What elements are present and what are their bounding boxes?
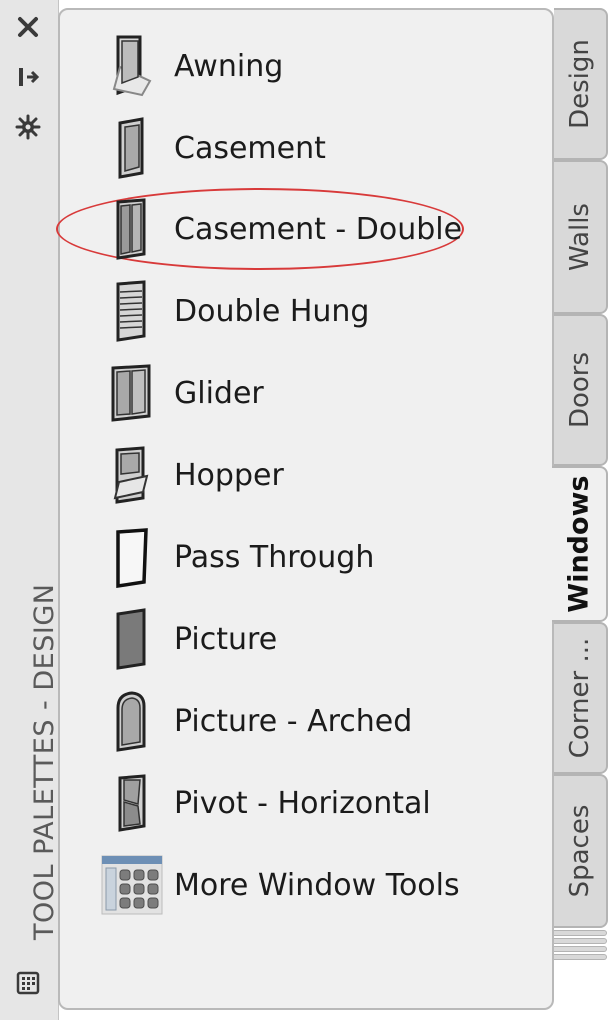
tab-label: Windows (563, 475, 595, 613)
glider-window-icon (100, 355, 164, 431)
pivot-horizontal-window-icon (100, 765, 164, 841)
tab-label: Corner ... (565, 637, 595, 759)
tool-item-picture[interactable]: Picture (100, 601, 540, 677)
tool-item-label: Picture (174, 621, 278, 657)
tool-item-label: Picture - Arched (174, 703, 413, 739)
more-window-tools-icon (100, 847, 164, 923)
awning-window-icon (100, 28, 164, 104)
tool-item-label: Casement - Double (174, 211, 463, 247)
picture-window-icon (100, 601, 164, 677)
tool-item-label: Pivot - Horizontal (174, 785, 431, 821)
tab-label: Design (565, 39, 595, 129)
tab-doors[interactable]: Doors (554, 314, 608, 466)
tab-label: Walls (565, 203, 595, 271)
tool-item-label: Awning (174, 48, 284, 84)
tool-item-label: Glider (174, 375, 264, 411)
pass-through-window-icon (100, 519, 164, 595)
tool-item-pivot-horizontal[interactable]: Pivot - Horizontal (100, 765, 540, 841)
tool-item-pass-through[interactable]: Pass Through (100, 519, 540, 595)
double-hung-window-icon (100, 273, 164, 349)
gear-icon[interactable] (8, 110, 48, 144)
tool-item-double-hung[interactable]: Double Hung (100, 273, 540, 349)
tool-item-casement[interactable]: Casement (100, 110, 540, 186)
autohide-icon[interactable] (8, 60, 48, 94)
palette-title: TOOL PALETTES - DESIGN (29, 583, 60, 940)
tab-label: Spaces (565, 804, 595, 898)
picture-arched-window-icon (100, 683, 164, 759)
tool-item-label: Pass Through (174, 539, 375, 575)
casement-double-window-icon (100, 191, 164, 267)
tool-item-hopper[interactable]: Hopper (100, 437, 540, 513)
casement-window-icon (100, 110, 164, 186)
palette-grid-icon[interactable] (8, 966, 48, 1000)
tab-design[interactable]: Design (554, 8, 608, 160)
tool-palette-panel: Awning Casement Casement - Double Double… (56, 8, 554, 1010)
tool-item-awning[interactable]: Awning (100, 28, 540, 104)
palette-tabs: Design Walls Doors Windows Corner ... Sp… (552, 0, 612, 1020)
tab-walls[interactable]: Walls (554, 160, 608, 314)
tool-item-casement-double[interactable]: Casement - Double (100, 191, 540, 267)
hopper-window-icon (100, 437, 164, 513)
tab-corner[interactable]: Corner ... (554, 622, 608, 774)
tool-item-label: Double Hung (174, 293, 370, 329)
tab-spaces[interactable]: Spaces (554, 774, 608, 928)
close-icon[interactable] (8, 10, 48, 44)
tool-item-glider[interactable]: Glider (100, 355, 540, 431)
tool-item-label: More Window Tools (174, 867, 460, 903)
tool-item-label: Casement (174, 130, 326, 166)
tool-item-picture-arched[interactable]: Picture - Arched (100, 683, 540, 759)
tab-label: Doors (565, 351, 595, 429)
palette-titlebar: TOOL PALETTES - DESIGN (0, 0, 60, 1020)
tab-windows[interactable]: Windows (552, 466, 608, 622)
tool-item-more-window-tools[interactable]: More Window Tools (100, 847, 540, 923)
tool-item-label: Hopper (174, 457, 284, 493)
tab-overflow-lines[interactable] (554, 930, 608, 960)
